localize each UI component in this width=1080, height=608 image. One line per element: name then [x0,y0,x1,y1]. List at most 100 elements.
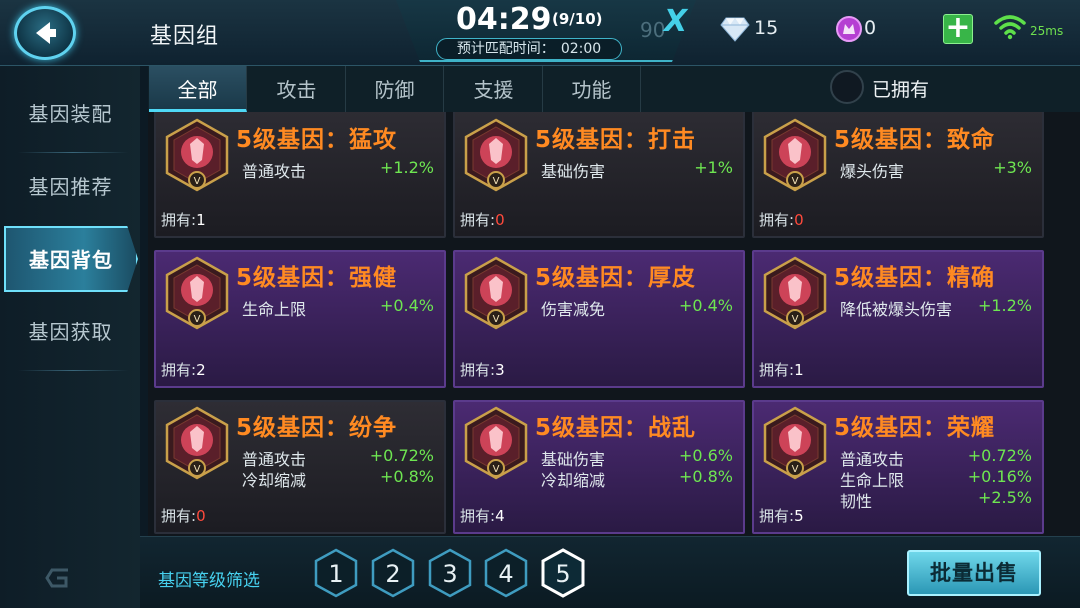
gene-badge-icon: V [763,256,827,330]
gene-card[interactable]: V 5级基因：纷争 普通攻击 +0.72% 冷却缩减 +0.8% 拥有:0 [154,400,446,534]
gene-stat-row: 冷却缩减 +0.8% [541,467,741,490]
badge-level-letter: V [493,314,500,325]
owned-value: 3 [495,361,505,379]
stat-name: 韧性 [840,492,873,511]
owned-value: 0 [196,507,206,525]
badge-level-letter: V [792,314,799,325]
queue-count: (9/10) [552,10,603,28]
game-logo-icon [45,568,68,588]
level-filter-label: 基因等级筛选 [158,571,260,591]
match-timer: 04:29 [456,2,552,37]
level-filter-3[interactable]: 3 [427,548,473,598]
owned-count: 拥有:1 [161,209,206,230]
owned-prefix: 拥有: [759,507,795,525]
stat-name: 基础伤害 [541,162,606,181]
gene-card[interactable]: V 5级基因：厚皮伤害减免 +0.4% 拥有:3 [453,250,745,388]
gene-stat-row: 生命上限 +0.16% [840,467,1040,490]
back-arrow-icon [36,22,56,44]
gene-stat-row: 普通攻击 +1.2% [242,158,442,181]
page-title: 基因组 [150,24,220,49]
owned-value: 2 [196,361,206,379]
stat-value: +0.4% [678,296,733,315]
gene-card[interactable]: V 5级基因：战乱基础伤害 +0.6% 冷却缩减 +0.8% 拥有:4 [453,400,745,534]
gene-name: 5级基因：厚皮 [535,265,697,291]
owned-count: 拥有:1 [759,359,804,380]
badge-level-letter: V [493,464,500,475]
owned-count: 拥有:2 [161,359,206,380]
level-filter-1[interactable]: 1 [313,548,359,598]
level-number: 1 [328,560,344,588]
owned-prefix: 拥有: [161,507,197,525]
level-number: 4 [498,560,514,588]
stat-value: +2.5% [977,488,1032,507]
level-filter-5[interactable]: 5 [540,548,586,598]
level-filter-2[interactable]: 2 [370,548,416,598]
gene-card[interactable]: V 5级基因：强健 生命上限 +0.4% 拥有:2 [154,250,446,388]
badge-level-letter: V [792,464,799,475]
owned-only-label: 已拥有 [872,79,930,101]
stat-name: 冷却缩减 [541,471,606,490]
stat-value: +0.72% [369,446,434,465]
gene-stat-row: 爆头伤害 +3% [840,158,1040,181]
owned-prefix: 拥有: [460,361,496,379]
stat-name: 伤害减免 [541,300,606,319]
gene-card[interactable]: V 5级基因：致命 爆头伤害 +3% 拥有:0 [752,112,1044,238]
gene-stat-row: 冷却缩减 +0.8% [242,467,442,490]
sidebar-item-gene-equip[interactable]: 基因装配 [8,82,133,146]
gene-stat-row: 基础伤害 +1% [541,158,741,181]
tab-all[interactable]: 全部 [149,66,247,112]
owned-only-checkbox[interactable] [830,70,864,104]
add-currency-button[interactable]: + [943,13,973,44]
stat-value: +1.2% [977,296,1032,315]
gene-name: 5级基因：战乱 [535,415,697,441]
sidebar-item-gene-obtain[interactable]: 基因获取 [8,300,133,364]
stat-name: 生命上限 [242,300,307,319]
owned-count: 拥有:4 [460,505,505,526]
back-button[interactable] [14,6,76,60]
gene-card[interactable]: V 5级基因：精确 降低被爆头伤害 +1.2% 拥有:1 [752,250,1044,388]
badge-level-letter: V [792,176,799,187]
gene-badge-icon: V [763,118,827,192]
tab-defense[interactable]: 防御 [346,66,444,112]
owned-value: 4 [495,507,505,525]
sidebar-item-gene-recommend[interactable]: 基因推荐 [8,155,133,219]
gene-badge-icon: V [165,256,229,330]
x-logo-icon: X [664,4,688,39]
gene-card[interactable]: V 5级基因：荣耀普通攻击 +0.72% 生命上限 +0.16% 韧性 +2.5% 拥有:5 [752,400,1044,534]
gene-name: 5级基因：纷争 [236,415,398,441]
match-time-label: 预计匹配时间： [456,41,555,57]
gene-stat-row: 普通攻击 +0.72% [840,446,1040,469]
gene-badge-icon: V [464,406,528,480]
stat-value: +0.8% [678,467,733,486]
gene-badge-icon: V [464,256,528,330]
owned-count: 拥有:0 [161,505,206,526]
owned-value: 1 [196,211,206,229]
tab-function[interactable]: 功能 [543,66,641,112]
owned-value: 5 [794,507,804,525]
tab-attack[interactable]: 攻击 [248,66,346,112]
gem-count: 0 [864,17,877,39]
purple-gem-icon [836,16,862,42]
tab-support[interactable]: 支援 [445,66,543,112]
level-number: 5 [555,560,571,588]
level-number: 3 [442,560,458,588]
owned-count: 拥有:0 [460,209,505,230]
owned-count: 拥有:5 [759,505,804,526]
gene-name: 5级基因：荣耀 [834,415,996,441]
stat-value: +1% [694,158,733,177]
gene-badge-icon: V [464,118,528,192]
stat-value: +0.16% [967,467,1032,486]
match-time-value: 02:00 [560,41,602,57]
gene-stat-row: 生命上限 +0.4% [242,296,442,319]
gene-card[interactable]: V 5级基因：打击 基础伤害 +1% 拥有:0 [453,112,745,238]
sidebar-item-gene-backpack[interactable]: 基因背包 [4,226,138,292]
diamond-count: 15 [754,17,779,39]
bulk-sell-button[interactable]: 批量出售 [907,550,1041,596]
badge-level-letter: V [194,176,201,187]
owned-prefix: 拥有: [759,211,795,229]
stat-value: +0.8% [379,467,434,486]
level-filter-4[interactable]: 4 [483,548,529,598]
gene-card[interactable]: V 5级基因：猛攻普通攻击 +1.2% 拥有:1 [154,112,446,238]
gene-name: 5级基因：猛攻 [236,127,398,153]
gene-stat-row: 基础伤害 +0.6% [541,446,741,469]
